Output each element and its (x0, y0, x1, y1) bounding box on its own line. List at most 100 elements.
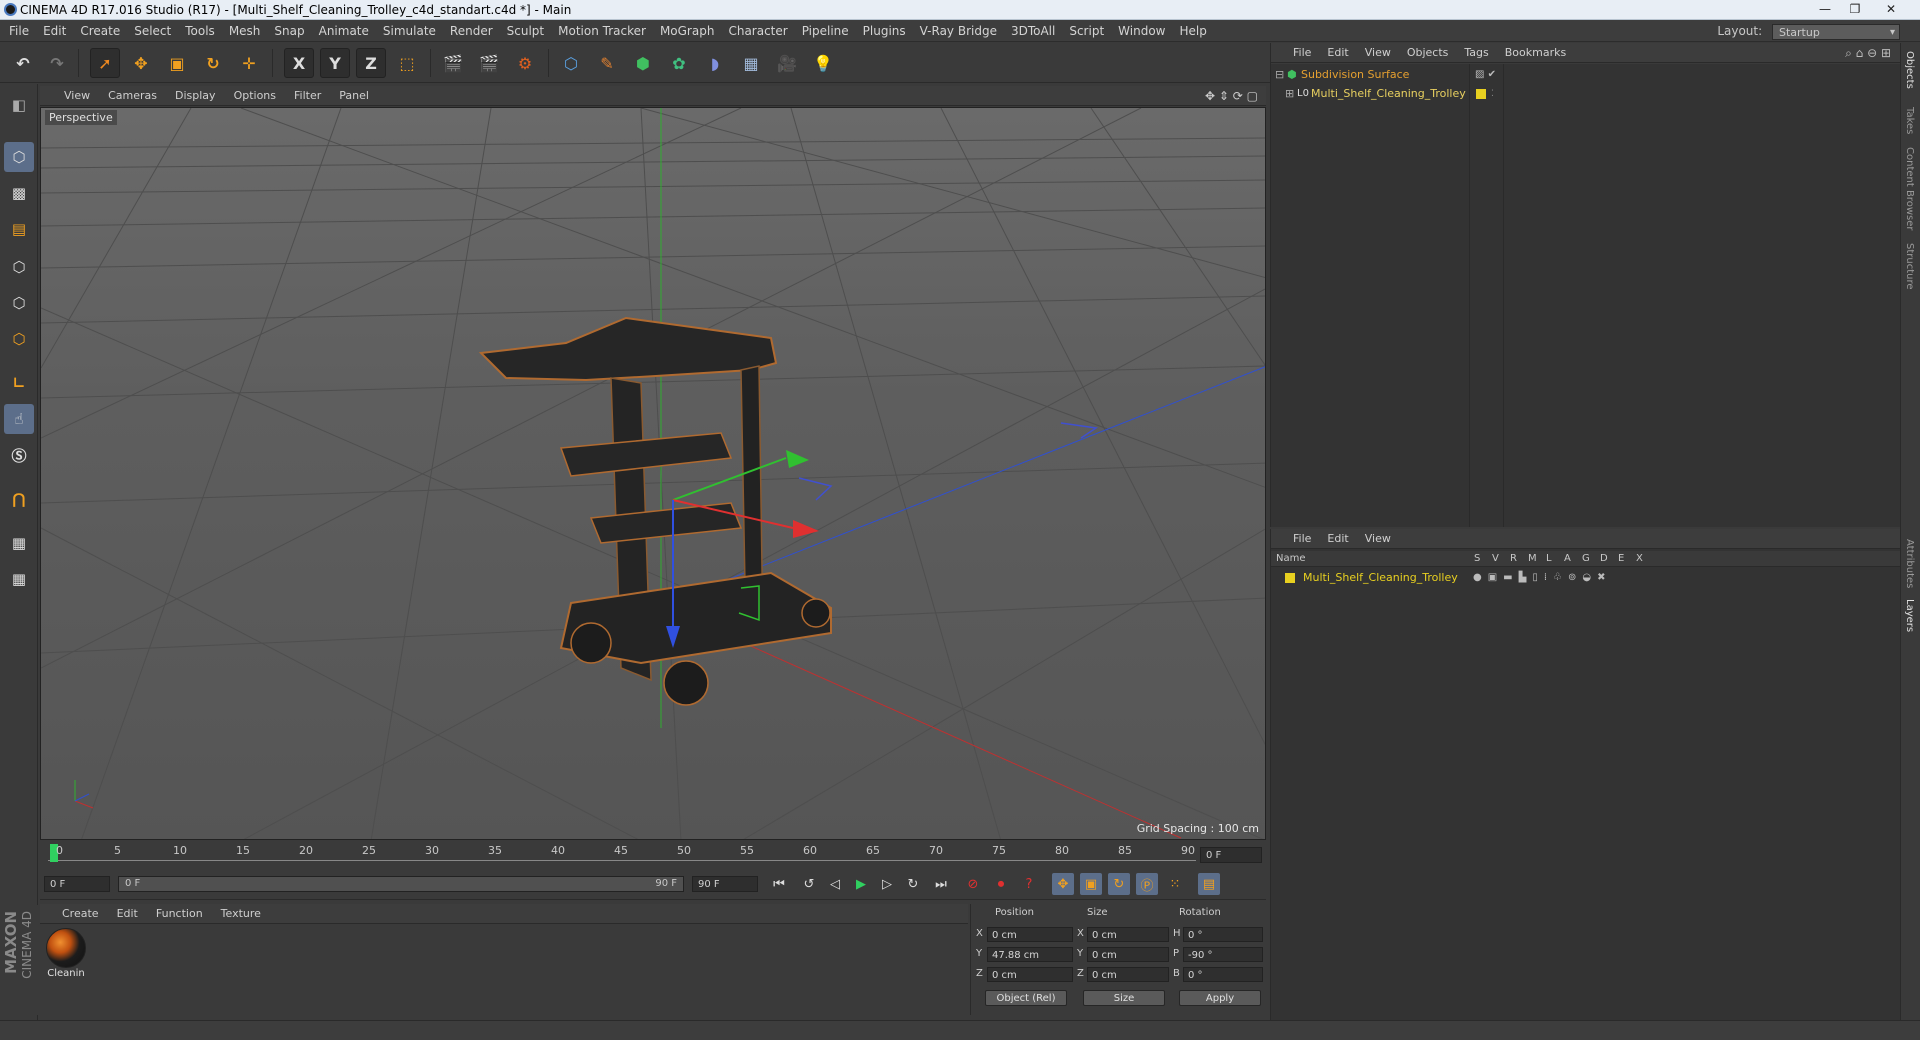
polygons-mode-icon[interactable]: ⬡ (4, 324, 34, 354)
layer-name[interactable]: Multi_Shelf_Cleaning_Trolley (1303, 569, 1458, 587)
size-x-field[interactable]: 0 cm (1087, 927, 1169, 942)
object-menu-objects[interactable]: Objects (1399, 43, 1457, 63)
viewport-camera-label[interactable]: Perspective (45, 110, 117, 125)
key-position-icon[interactable]: ✥ (1052, 873, 1074, 895)
render-view-icon[interactable]: 🎬 (438, 48, 468, 78)
collapse-icon[interactable]: ⊟ (1275, 66, 1284, 84)
next-key-icon[interactable]: ↻ (902, 873, 924, 895)
y-axis-lock-button[interactable]: Y (320, 48, 350, 78)
pen-spline-icon[interactable]: ✎ (592, 48, 622, 78)
menu-help[interactable]: Help (1172, 20, 1213, 42)
light-icon[interactable]: 💡 (808, 48, 838, 78)
menu-select[interactable]: Select (127, 20, 178, 42)
goto-start-icon[interactable]: ⏮ (768, 873, 790, 895)
column-s[interactable]: S (1474, 551, 1480, 567)
object-menu-file[interactable]: File (1271, 43, 1319, 63)
cube-object-icon[interactable]: ⬡ (556, 48, 586, 78)
menu-sculpt[interactable]: Sculpt (500, 20, 551, 42)
undo-icon[interactable]: ↶ (8, 48, 38, 78)
viewport-nav-icons[interactable]: ✥ ⇕ ⟳ ▢ (1205, 86, 1258, 106)
menu-script[interactable]: Script (1062, 20, 1111, 42)
column-e[interactable]: E (1618, 551, 1624, 567)
material-menu-function[interactable]: Function (147, 904, 212, 924)
object-row[interactable]: ⊟ ⬢ Subdivision Surface ▨ ✔ (1271, 66, 1901, 84)
redo-icon[interactable]: ↷ (42, 48, 72, 78)
trolley-model[interactable] (478, 316, 832, 706)
column-g[interactable]: G (1582, 551, 1590, 567)
pos-y-field[interactable]: 47.88 cm (987, 947, 1073, 962)
menu-plugins[interactable]: Plugins (856, 20, 913, 42)
magnet-icon[interactable]: ⋂ (4, 484, 34, 514)
edges-mode-icon[interactable]: ⬡ (4, 288, 34, 318)
layer-color-swatch[interactable] (1285, 573, 1295, 583)
render-to-picture-viewer-icon[interactable]: 🎬 (474, 48, 504, 78)
expand-icon[interactable]: ⊞ (1285, 85, 1294, 103)
coordinate-mode-dropdown[interactable]: Object (Rel) (985, 990, 1067, 1006)
layout-dropdown[interactable]: Startup (1772, 23, 1900, 41)
maximize-button[interactable]: ❐ (1840, 0, 1870, 18)
column-m[interactable]: M (1528, 551, 1537, 567)
snap-icon[interactable]: Ⓢ (4, 440, 34, 470)
model-mode-icon[interactable]: ⬡ (4, 142, 34, 172)
object-menu-bookmarks[interactable]: Bookmarks (1497, 43, 1574, 63)
size-mode-dropdown[interactable]: Size (1083, 990, 1165, 1006)
layer-color-swatch[interactable] (1476, 89, 1486, 99)
object-menu-view[interactable]: View (1357, 43, 1399, 63)
object-menu-tags[interactable]: Tags (1456, 43, 1496, 63)
column-a[interactable]: A (1564, 551, 1571, 567)
previous-key-icon[interactable]: ↺ (798, 873, 820, 895)
menu-snap[interactable]: Snap (267, 20, 311, 42)
planar-workplane-icon[interactable]: ▦ (4, 564, 34, 594)
coordinate-system-icon[interactable]: ⬚ (392, 48, 422, 78)
viewport-menu-view[interactable]: View (40, 86, 99, 106)
tab-attributes[interactable]: Attributes (1904, 539, 1915, 588)
viewport-menu-options[interactable]: Options (225, 86, 285, 106)
object-manager-tools-icons[interactable]: ⌕ ⌂ ⊖ ⊞ (1845, 43, 1891, 63)
render-dots-icon[interactable]: ⁚ (1491, 85, 1494, 103)
select-live-icon[interactable]: ➚ (90, 48, 120, 78)
perspective-viewport[interactable]: Perspective Grid Spacing : 100 cm (40, 107, 1266, 840)
material-menu-create[interactable]: Create (40, 904, 108, 924)
menu-pipeline[interactable]: Pipeline (795, 20, 856, 42)
name-column-header[interactable]: Name (1276, 551, 1306, 567)
record-keys-icon[interactable]: ⊘ (962, 873, 984, 895)
goto-end-icon[interactable]: ⏭ (930, 873, 952, 895)
workplane-mode-icon[interactable]: ▤ (4, 214, 34, 244)
axis-mode-icon[interactable]: ∟ (4, 368, 34, 398)
tab-takes[interactable]: Takes (1904, 107, 1915, 134)
menu-render[interactable]: Render (443, 20, 500, 42)
menu-character[interactable]: Character (721, 20, 794, 42)
viewport-menu-filter[interactable]: Filter (285, 86, 330, 106)
texture-mode-icon[interactable]: ▩ (4, 178, 34, 208)
tweak-mode-icon[interactable]: ☝ (4, 404, 34, 434)
scale-icon[interactable]: ▣ (162, 48, 192, 78)
menu-animate[interactable]: Animate (312, 20, 376, 42)
layer-menu-view[interactable]: View (1357, 529, 1399, 549)
column-x[interactable]: X (1636, 551, 1643, 567)
workplane-lock-icon[interactable]: ▦ (4, 528, 34, 558)
menu-tools[interactable]: Tools (178, 20, 222, 42)
points-mode-icon[interactable]: ⬡ (4, 252, 34, 282)
tab-objects[interactable]: Objects (1904, 51, 1915, 89)
apply-button[interactable]: Apply (1179, 990, 1261, 1006)
play-icon[interactable]: ▶ (850, 873, 872, 895)
next-frame-icon[interactable]: ▷ (876, 873, 898, 895)
floor-icon[interactable]: ▦ (736, 48, 766, 78)
viewport-menu-panel[interactable]: Panel (330, 86, 378, 106)
frame-range-slider[interactable]: 0 F 90 F (118, 876, 684, 892)
layer-flag-icons[interactable]: ●▣▬▙▯⁞♧⊚◒✖ (1473, 569, 1611, 587)
menu-motion-tracker[interactable]: Motion Tracker (551, 20, 653, 42)
column-d[interactable]: D (1600, 551, 1608, 567)
x-axis-lock-button[interactable]: X (284, 48, 314, 78)
rotate-icon[interactable]: ↻ (198, 48, 228, 78)
key-scale-icon[interactable]: ▣ (1080, 873, 1102, 895)
menu-mesh[interactable]: Mesh (222, 20, 268, 42)
pos-x-field[interactable]: 0 cm (987, 927, 1073, 942)
move-icon[interactable]: ✥ (126, 48, 156, 78)
z-axis-lock-button[interactable]: Z (356, 48, 386, 78)
timeline-ruler[interactable]: 0 5 10 15 20 25 30 35 40 45 50 55 60 65 … (40, 842, 1266, 868)
start-frame-field[interactable]: 0 F (44, 876, 110, 892)
layer-menu-file[interactable]: File (1271, 529, 1319, 549)
column-v[interactable]: V (1492, 551, 1499, 567)
menu-file[interactable]: File (0, 20, 36, 42)
